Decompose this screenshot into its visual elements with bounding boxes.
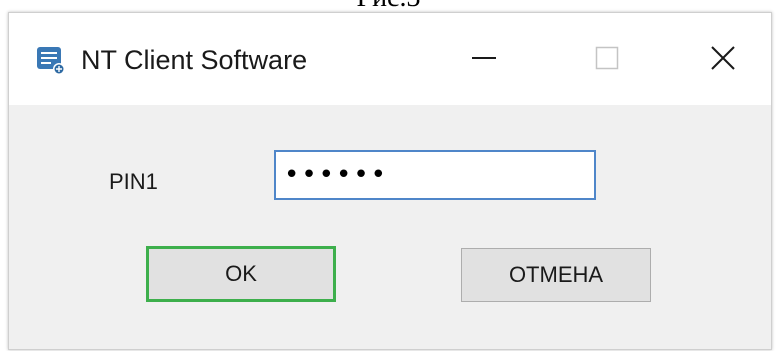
cancel-button[interactable]: ОТМЕНА	[461, 248, 651, 302]
figure-caption: Рис.3	[0, 0, 777, 12]
app-network-icon	[36, 46, 66, 76]
title-bar: NT Client Software	[9, 13, 771, 105]
minimize-button[interactable]	[454, 33, 514, 83]
close-button[interactable]	[693, 33, 753, 83]
window-title: NT Client Software	[81, 45, 308, 75]
close-icon	[711, 46, 735, 70]
ok-button[interactable]: OK	[146, 246, 336, 302]
maximize-icon	[595, 46, 619, 70]
pin-input[interactable]	[274, 150, 596, 200]
maximize-button[interactable]	[577, 33, 637, 83]
minimize-icon	[472, 57, 496, 59]
pin-label: PIN1	[109, 169, 158, 194]
dialog-window: NT Client Software PIN1 OK ОТМЕНА	[8, 12, 772, 350]
